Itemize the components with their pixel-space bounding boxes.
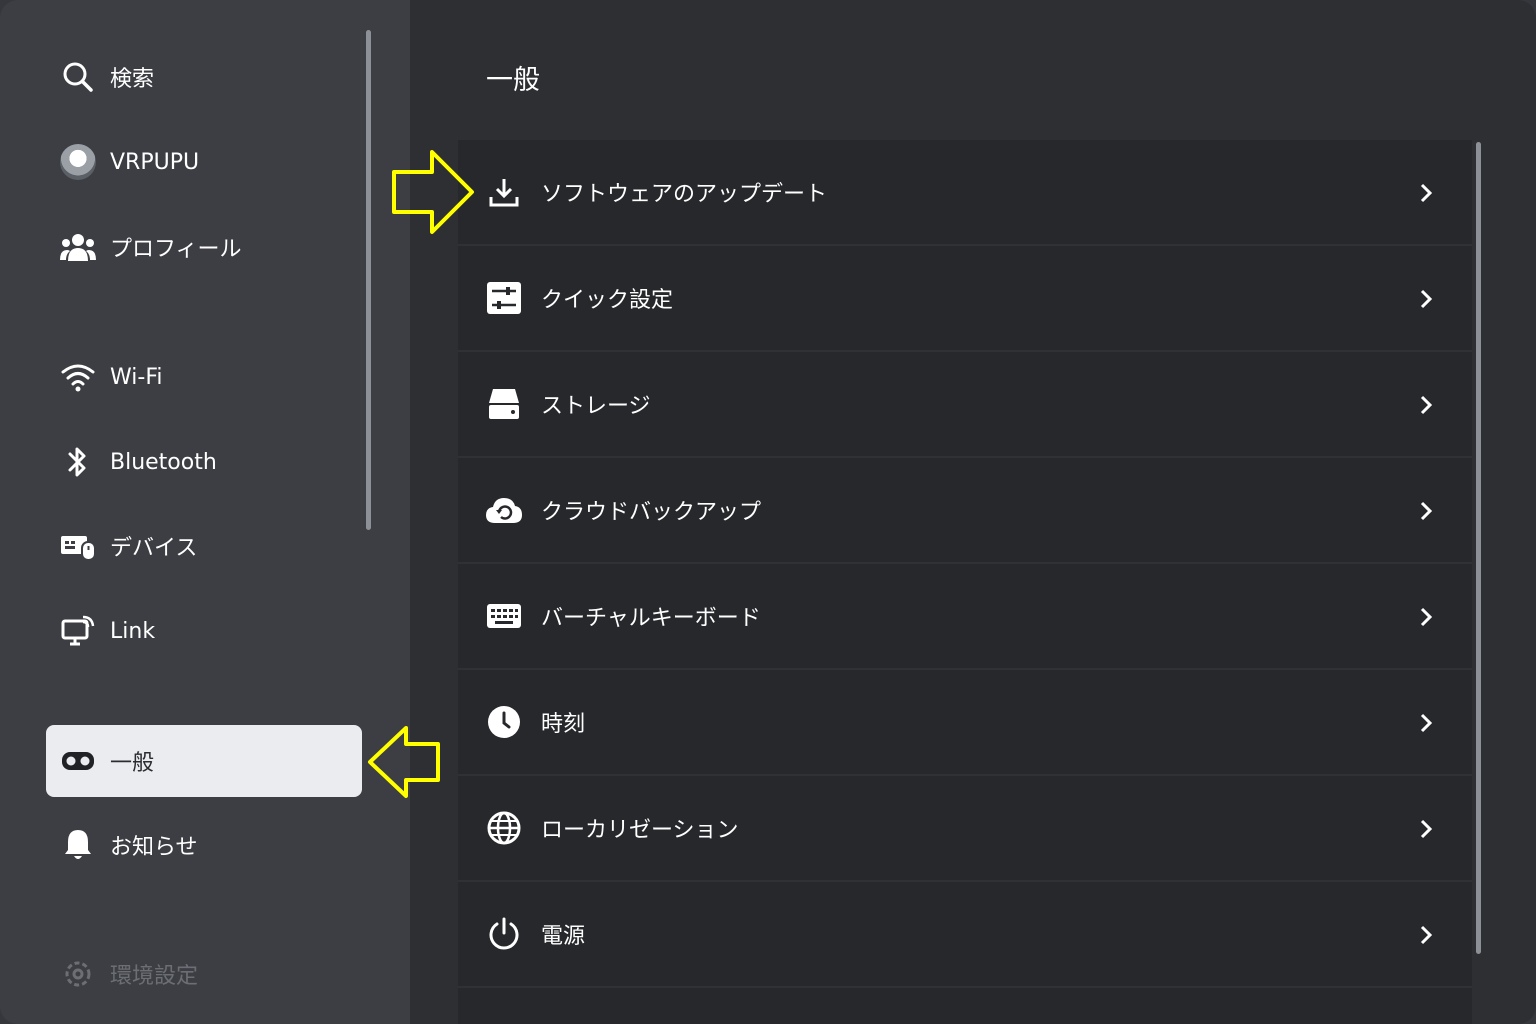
clock-icon — [484, 702, 524, 742]
list-item-label: バーチャルキーボード — [541, 606, 761, 631]
chevron-right-icon — [1413, 816, 1439, 842]
sidebar-item-account[interactable]: VRPUPU — [46, 126, 362, 198]
list-item-quick-settings[interactable]: クイック設定 — [458, 246, 1472, 352]
highlight-arrow-left-icon — [368, 726, 440, 798]
download-icon — [484, 172, 524, 212]
sidebar-item-link[interactable]: Link — [46, 595, 362, 667]
list-item-label: 電源 — [541, 924, 586, 949]
wifi-icon — [60, 359, 96, 395]
list-item-label: ローカリゼーション — [541, 818, 739, 843]
highlight-arrow-right-icon — [392, 150, 474, 234]
avatar — [60, 144, 96, 180]
page-title: 一般 — [486, 65, 540, 96]
sidebar-item-search[interactable]: 検索 — [46, 41, 362, 113]
globe-icon — [484, 808, 524, 848]
sidebar-item-wifi[interactable]: Wi-Fi — [46, 341, 362, 413]
cloud-backup-icon — [484, 490, 524, 530]
list-item-label: 時刻 — [541, 712, 586, 737]
chevron-right-icon — [1413, 922, 1439, 948]
chevron-right-icon — [1413, 604, 1439, 630]
sidebar-item-label: 検索 — [110, 67, 155, 92]
list-item-cloud-backup[interactable]: クラウドバックアップ — [458, 458, 1472, 564]
search-icon — [60, 59, 96, 95]
main-scrollbar[interactable] — [1476, 142, 1481, 954]
sidebar-item-profile[interactable]: プロフィール — [46, 211, 362, 283]
people-icon — [60, 229, 96, 265]
list-item-label: クラウドバックアップ — [541, 500, 762, 525]
sidebar-item-notifications[interactable]: お知らせ — [46, 809, 362, 881]
sidebar-item-label: プロフィール — [110, 237, 242, 262]
devices-icon — [60, 528, 96, 564]
sidebar-item-label: Wi-Fi — [110, 364, 163, 390]
keyboard-icon — [484, 596, 524, 636]
list-item-storage[interactable]: ストレージ — [458, 352, 1472, 458]
sidebar-scrollbar[interactable] — [366, 30, 371, 530]
sidebar-item-devices[interactable]: デバイス — [46, 510, 362, 582]
list-item-time[interactable]: 時刻 — [458, 670, 1472, 776]
chevron-right-icon — [1413, 498, 1439, 524]
list-item-label: ストレージ — [541, 394, 651, 419]
gear-icon — [60, 956, 96, 992]
list-item-virtual-keyboard[interactable]: バーチャルキーボード — [458, 564, 1472, 670]
sidebar-item-general[interactable]: 一般 — [46, 725, 362, 797]
bell-icon — [60, 827, 96, 863]
sidebar: 検索 VRPUPU プロフィール Wi-Fi Bluetooth デバイス Li… — [0, 0, 410, 1024]
list-item-power[interactable]: 電源 — [458, 882, 1472, 988]
storage-icon — [484, 384, 524, 424]
list-item-label: ソフトウェアのアップデート — [541, 182, 828, 207]
sidebar-item-label: Link — [110, 618, 156, 644]
headset-icon — [60, 743, 96, 779]
list-item-label: クイック設定 — [541, 288, 674, 313]
list-item-software-update[interactable]: ソフトウェアのアップデート — [458, 140, 1472, 246]
list-item-localization[interactable]: ローカリゼーション — [458, 776, 1472, 882]
sidebar-item-bluetooth[interactable]: Bluetooth — [46, 426, 362, 498]
main-panel: 一般 ソフトウェアのアップデート クイック設定 ストレージ クラウドバックアップ… — [410, 0, 1536, 1024]
sliders-icon — [484, 278, 524, 318]
sidebar-item-label: Bluetooth — [110, 449, 217, 475]
link-monitor-icon — [60, 613, 96, 649]
sidebar-item-label: VRPUPU — [110, 149, 200, 175]
settings-list: ソフトウェアのアップデート クイック設定 ストレージ クラウドバックアップ バー… — [458, 140, 1472, 1024]
chevron-right-icon — [1413, 392, 1439, 418]
sidebar-item-label: デバイス — [110, 536, 198, 561]
bluetooth-icon — [60, 444, 96, 480]
power-icon — [484, 914, 524, 954]
sidebar-item-preferences[interactable]: 環境設定 — [46, 938, 362, 1010]
sidebar-item-label: お知らせ — [110, 835, 198, 860]
sidebar-item-label: 環境設定 — [110, 964, 199, 989]
settings-window: 検索 VRPUPU プロフィール Wi-Fi Bluetooth デバイス Li… — [0, 0, 1536, 1024]
chevron-right-icon — [1413, 710, 1439, 736]
chevron-right-icon — [1413, 180, 1439, 206]
chevron-right-icon — [1413, 286, 1439, 312]
sidebar-item-label: 一般 — [110, 751, 155, 776]
